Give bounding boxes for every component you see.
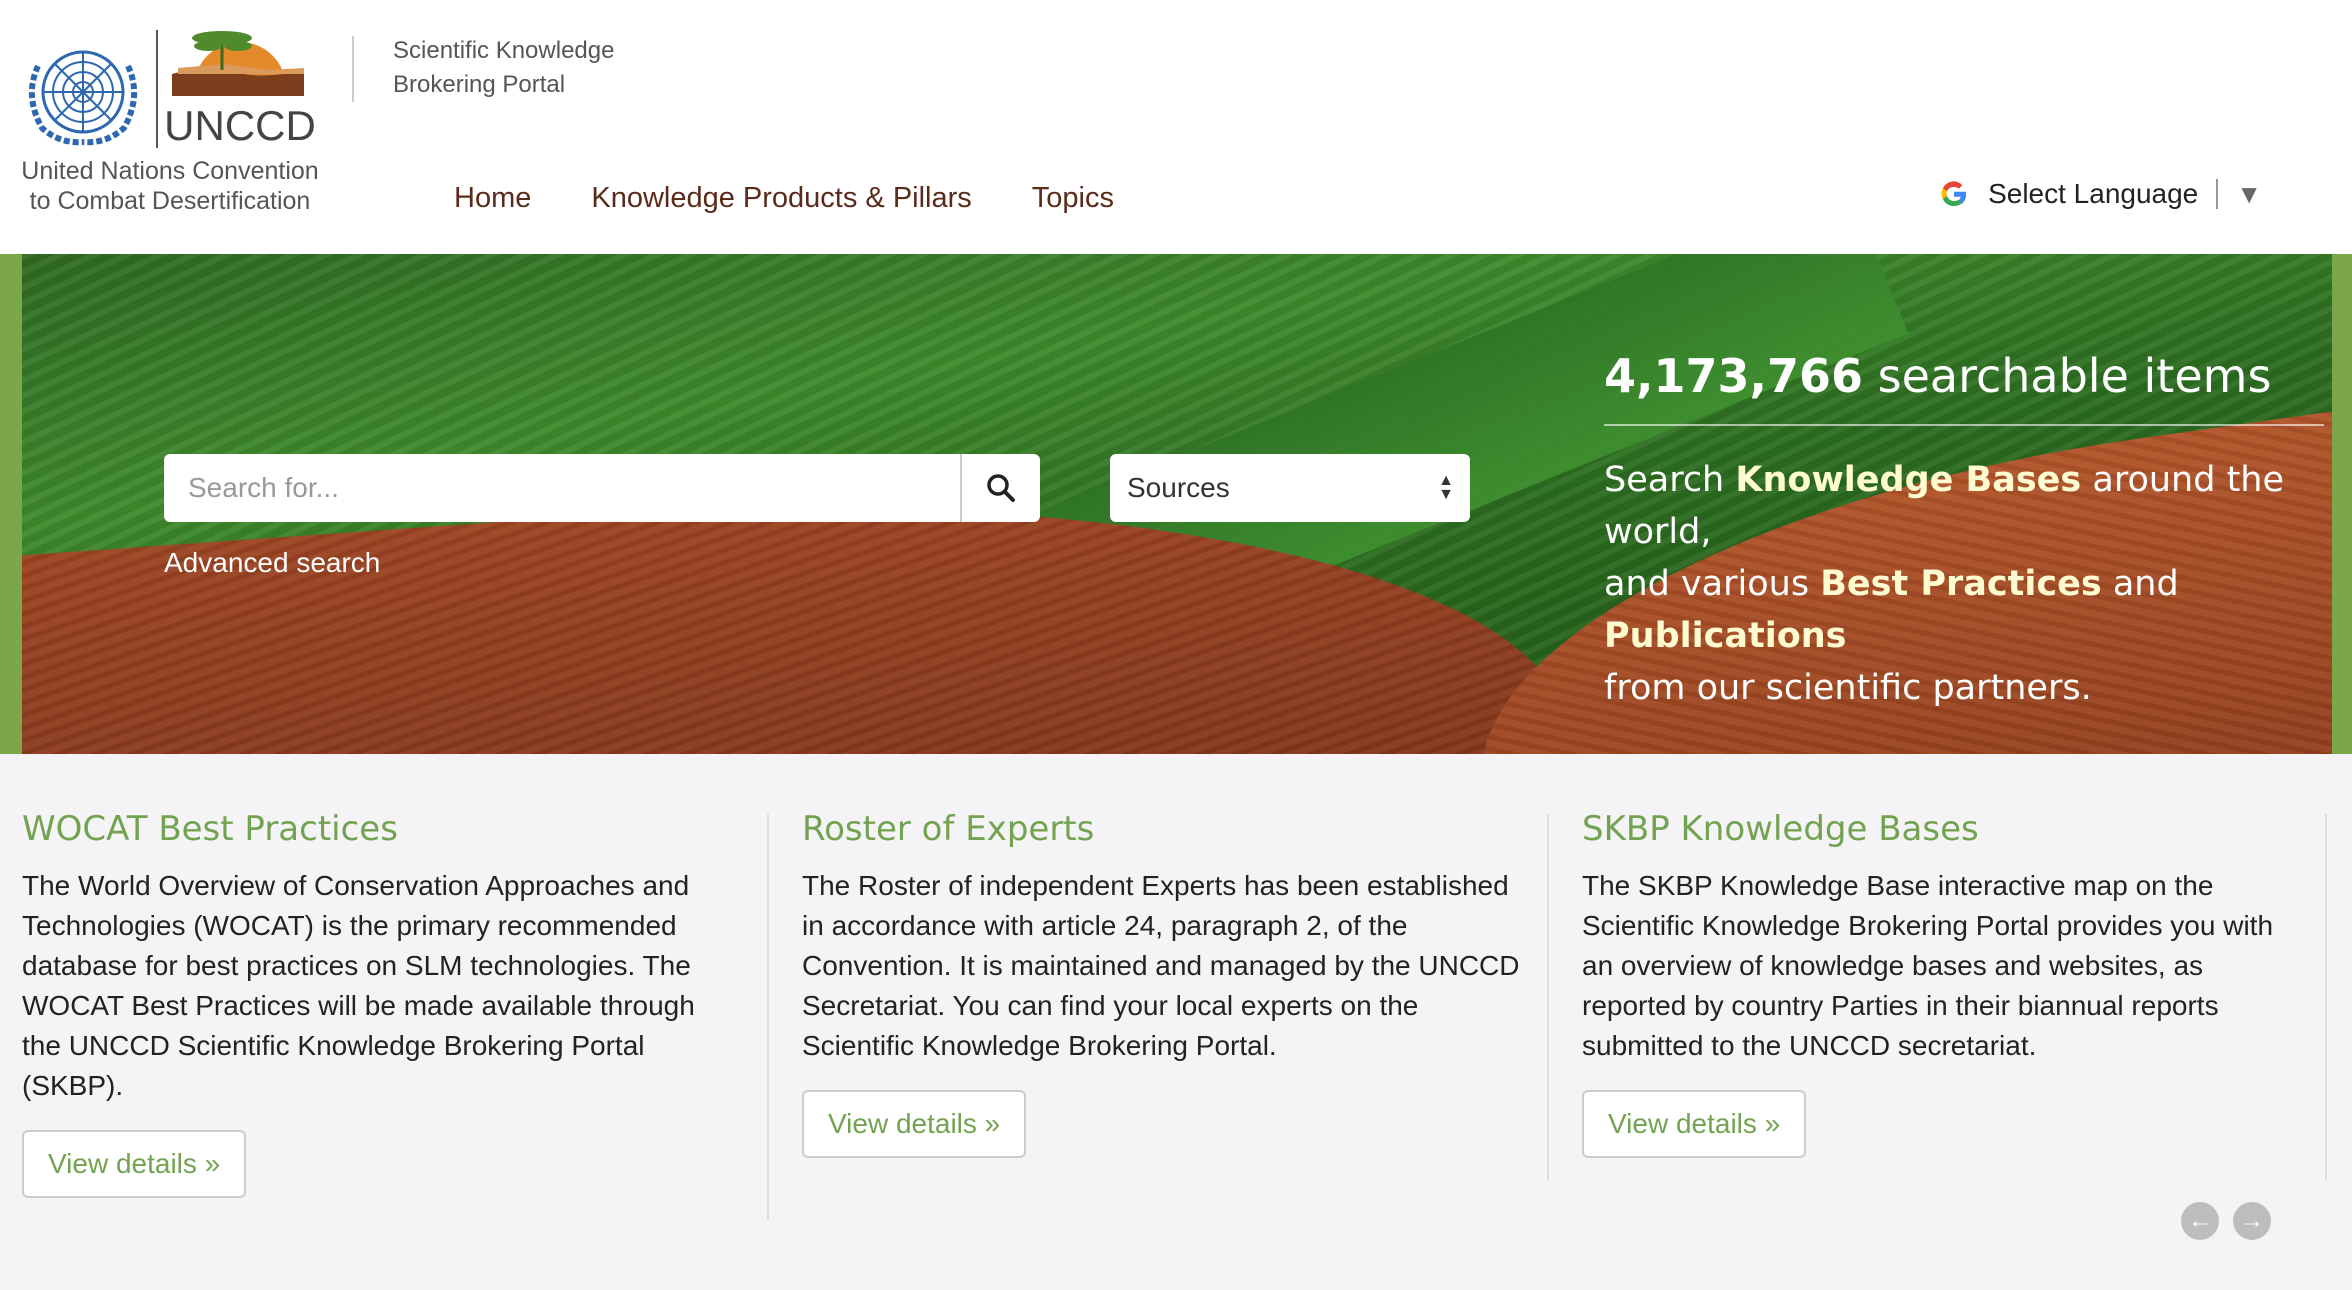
unccd-logo-text: UNCCD (164, 102, 316, 149)
hero-desc-text-3: and various (1604, 564, 1821, 604)
language-selector[interactable]: Select Language ▼ (1938, 178, 2262, 210)
unccd-logo[interactable]: UNCCD (164, 24, 316, 152)
column-divider (1547, 814, 1549, 1180)
column-wocat: WOCAT Best Practices The World Overview … (22, 808, 722, 1198)
language-separator (2216, 179, 2219, 209)
language-label: Select Language (1988, 178, 2199, 209)
logo-divider (156, 30, 158, 148)
logo-caption-line1: United Nations Convention (21, 157, 319, 185)
un-emblem-logo[interactable] (20, 36, 146, 148)
search-bar (164, 454, 1040, 522)
hero-desc-knowledge-bases: Knowledge Bases (1735, 460, 2082, 500)
logo-caption: United Nations Convention to Combat Dese… (20, 156, 320, 216)
select-arrows-icon: ▲ ▼ (1438, 472, 1454, 503)
hero-background-image: Sources ▲▼ Advanced search 4,173,766 sea… (22, 254, 2332, 754)
hero-desc-text-5: from our scientific partners. (1604, 668, 2092, 708)
column-skbp: SKBP Knowledge Bases The SKBP Knowledge … (1582, 808, 2302, 1158)
view-details-button[interactable]: View details » (1582, 1090, 1807, 1158)
carousel-controls: ← → (2181, 1202, 2271, 1240)
logo-caption-line2: to Combat Desertification (29, 187, 311, 215)
column-divider (2325, 814, 2327, 1180)
column-text: The World Overview of Conservation Appro… (22, 870, 695, 1101)
search-input[interactable] (164, 454, 960, 522)
arrow-left-icon[interactable]: ← (2181, 1202, 2219, 1240)
hero-description: Search Knowledge Bases around the world,… (1604, 454, 2324, 714)
nav-item-knowledge-products[interactable]: Knowledge Products & Pillars (591, 182, 971, 215)
column-divider (767, 814, 769, 1220)
google-g-icon (1941, 181, 1967, 207)
feature-columns: WOCAT Best Practices The World Overview … (0, 754, 2352, 1290)
items-count-number: 4,173,766 (1604, 349, 1863, 403)
hero-desc-publications: Publications (1604, 616, 1847, 656)
view-details-button[interactable]: View details » (22, 1130, 247, 1198)
hero-desc-text-1: Search (1604, 460, 1736, 500)
search-icon (987, 474, 1015, 502)
portal-divider (352, 36, 354, 102)
column-roster: Roster of Experts The Roster of independ… (802, 808, 1522, 1158)
column-title: SKBP Knowledge Bases (1582, 809, 1979, 849)
advanced-search-link[interactable]: Advanced search (164, 547, 380, 579)
items-count-suffix: searchable items (1863, 349, 2272, 403)
hero-desc-best-practices: Best Practices (1820, 564, 2102, 604)
column-title: WOCAT Best Practices (22, 809, 398, 849)
hero-desc-text-4: and (2101, 564, 2179, 604)
column-text: The SKBP Knowledge Base interactive map … (1582, 870, 2274, 1061)
portal-title-line1: Scientific Knowledge (393, 37, 615, 64)
arrow-right-icon[interactable]: → (2233, 1202, 2271, 1240)
portal-title-line2: Brokering Portal (393, 71, 566, 98)
searchable-items-count: 4,173,766 searchable items (1604, 346, 2324, 406)
search-button[interactable] (960, 454, 1040, 522)
view-details-button[interactable]: View details » (802, 1090, 1027, 1158)
hero-banner: Sources ▲▼ Advanced search 4,173,766 sea… (0, 254, 2352, 754)
portal-title: Scientific Knowledge Brokering Portal (393, 34, 614, 102)
site-header: UNCCD United Nations Convention to Comba… (0, 0, 2352, 254)
sources-select-value: Sources (1127, 472, 1230, 503)
sources-select[interactable]: Sources ▲ ▼ (1110, 454, 1470, 522)
column-title: Roster of Experts (802, 809, 1095, 849)
stats-panel: 4,173,766 searchable items Search Knowle… (1604, 346, 2324, 714)
nav-item-topics[interactable]: Topics (1032, 182, 1114, 215)
column-text: The Roster of independent Experts has be… (802, 870, 1520, 1061)
main-nav: Home Knowledge Products & Pillars Topics (454, 182, 1114, 215)
nav-item-home[interactable]: Home (454, 182, 531, 215)
stats-divider (1604, 424, 2324, 426)
dropdown-triangle-icon: ▼ (2236, 178, 2262, 209)
